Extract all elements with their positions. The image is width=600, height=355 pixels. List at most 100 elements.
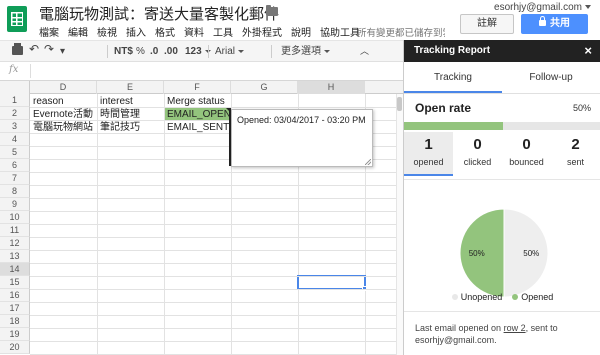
row-header[interactable]: 9 — [0, 198, 30, 211]
row-header[interactable]: 5 — [0, 146, 30, 159]
row-header[interactable]: 16 — [0, 289, 30, 302]
menu-file[interactable]: 檔案 — [39, 24, 59, 39]
row-header[interactable]: 1 — [0, 94, 30, 107]
folder-icon[interactable] — [266, 5, 278, 16]
stat-clicked[interactable]: 0 clicked — [453, 132, 502, 176]
sheets-logo-icon[interactable] — [7, 6, 27, 32]
menu-data[interactable]: 資料 — [184, 24, 204, 39]
menu-help[interactable]: 說明 — [291, 24, 311, 39]
column-header-d[interactable]: D — [30, 81, 97, 94]
row-header[interactable]: 20 — [0, 341, 30, 354]
more-formats-dropdown[interactable]: 123 — [185, 45, 211, 58]
row-header[interactable]: 13 — [0, 250, 30, 263]
account-caret-icon[interactable] — [585, 5, 591, 9]
menu-accessibility[interactable]: 協助工具 — [320, 24, 360, 39]
column-header-g[interactable]: G — [231, 81, 298, 94]
row-header[interactable]: 2 — [0, 107, 30, 120]
stat-opened[interactable]: 1 opened — [404, 132, 453, 176]
share-label: 共用 — [550, 18, 570, 29]
save-status[interactable]: 所有變更都已儲存到雲端硬碟。 — [357, 25, 445, 39]
row-header[interactable]: 19 — [0, 328, 30, 341]
grid-line — [30, 263, 403, 264]
stat-sent[interactable]: 2 sent — [551, 132, 600, 176]
menu-insert[interactable]: 插入 — [126, 24, 146, 39]
increase-decimal-button[interactable]: .00 — [164, 45, 178, 58]
select-all-corner[interactable] — [0, 81, 30, 94]
sidebar-divider — [404, 311, 600, 312]
decrease-decimal-button[interactable]: .0 — [150, 45, 158, 58]
row-header[interactable]: 12 — [0, 237, 30, 250]
font-dropdown[interactable]: Arial — [215, 45, 244, 58]
account-email[interactable]: esorhjy@gmail.com — [494, 2, 582, 13]
column-header-h[interactable]: H — [298, 81, 365, 94]
row-header[interactable]: 15 — [0, 276, 30, 289]
menu-tools[interactable]: 工具 — [213, 24, 233, 39]
tab-tracking[interactable]: Tracking — [404, 62, 502, 93]
cell-note-popup[interactable]: Opened: 03/04/2017 - 03:20 PM — [231, 109, 373, 167]
pie-label-unopened: 50% — [523, 249, 539, 258]
currency-prefix: NT — [114, 46, 128, 57]
redo-icon[interactable]: ↷ — [44, 43, 54, 56]
stat-bounced-value: 0 — [522, 136, 531, 153]
menu-edit[interactable]: 編輯 — [68, 24, 88, 39]
last-email-address: esorhjy@gmail.com. — [415, 335, 497, 345]
legend-unopened: Unopened — [460, 292, 503, 302]
currency-format-button[interactable]: NT$ — [114, 45, 133, 58]
grid-line — [30, 276, 403, 277]
row-header[interactable]: 3 — [0, 120, 30, 133]
row-link[interactable]: row 2 — [504, 323, 526, 333]
toolbar-divider — [271, 45, 272, 58]
share-button[interactable]: 共用 — [521, 14, 588, 34]
sidebar-divider — [404, 179, 600, 180]
stat-sent-label: sent — [566, 157, 584, 167]
row-header[interactable]: 14 — [0, 263, 30, 276]
undo-icon[interactable]: ↶ — [29, 43, 39, 56]
stat-bounced-label: bounced — [509, 157, 544, 167]
more-options-dropdown[interactable]: 更多選項 — [281, 45, 330, 58]
grid-line — [30, 198, 403, 199]
tab-follow-up[interactable]: Follow-up — [502, 62, 600, 93]
column-header-e[interactable]: E — [97, 81, 164, 94]
star-icon[interactable]: ☆ — [247, 2, 260, 20]
close-icon[interactable]: × — [584, 40, 592, 62]
document-title[interactable]: 電腦玩物測試：寄送大量客製化郵件 — [39, 3, 279, 24]
stat-opened-label: opened — [413, 157, 444, 167]
row-header[interactable]: 10 — [0, 211, 30, 224]
formula-bar: fx — [0, 62, 403, 81]
row-header[interactable]: 11 — [0, 224, 30, 237]
menu-view[interactable]: 檢視 — [97, 24, 117, 39]
grid-line — [30, 250, 403, 251]
grid-line — [30, 237, 403, 238]
pie-svg: 50% 50% — [459, 208, 549, 298]
comments-button[interactable]: 註解 — [460, 14, 514, 34]
stat-clicked-label: clicked — [463, 157, 492, 167]
resize-grip-icon[interactable] — [365, 159, 371, 165]
fx-icon: fx — [9, 64, 19, 75]
menu-format[interactable]: 格式 — [155, 24, 175, 39]
collapse-toolbar-icon[interactable]: ︿ — [360, 45, 369, 58]
scrollbar-thumb[interactable] — [397, 97, 402, 111]
row-header[interactable]: 18 — [0, 315, 30, 328]
note-text: Opened: 03/04/2017 - 03:20 PM — [237, 115, 366, 125]
row-header[interactable]: 7 — [0, 172, 30, 185]
row-header[interactable]: 8 — [0, 185, 30, 198]
legend-opened-swatch — [512, 293, 519, 300]
row-header[interactable]: 17 — [0, 302, 30, 315]
grid-line — [30, 328, 403, 329]
stat-bounced[interactable]: 0 bounced — [502, 132, 551, 176]
selected-cell-h14[interactable] — [297, 275, 366, 290]
vertical-scrollbar[interactable] — [396, 94, 403, 355]
print-icon[interactable] — [12, 43, 23, 55]
toolbar-divider — [107, 45, 108, 58]
formula-divider — [30, 64, 31, 78]
menu-addons[interactable]: 外掛程式 — [242, 24, 282, 39]
paint-format-icon[interactable]: ▾ — [60, 45, 65, 58]
row-header[interactable]: 4 — [0, 133, 30, 146]
grid-line — [30, 341, 403, 342]
column-header-f[interactable]: F — [164, 81, 231, 94]
percent-format-button[interactable]: % — [136, 45, 145, 58]
row-header[interactable]: 6 — [0, 159, 30, 172]
grid-line — [30, 172, 403, 173]
lock-icon — [539, 16, 546, 26]
sidebar-tabs: Tracking Follow-up — [404, 62, 600, 94]
